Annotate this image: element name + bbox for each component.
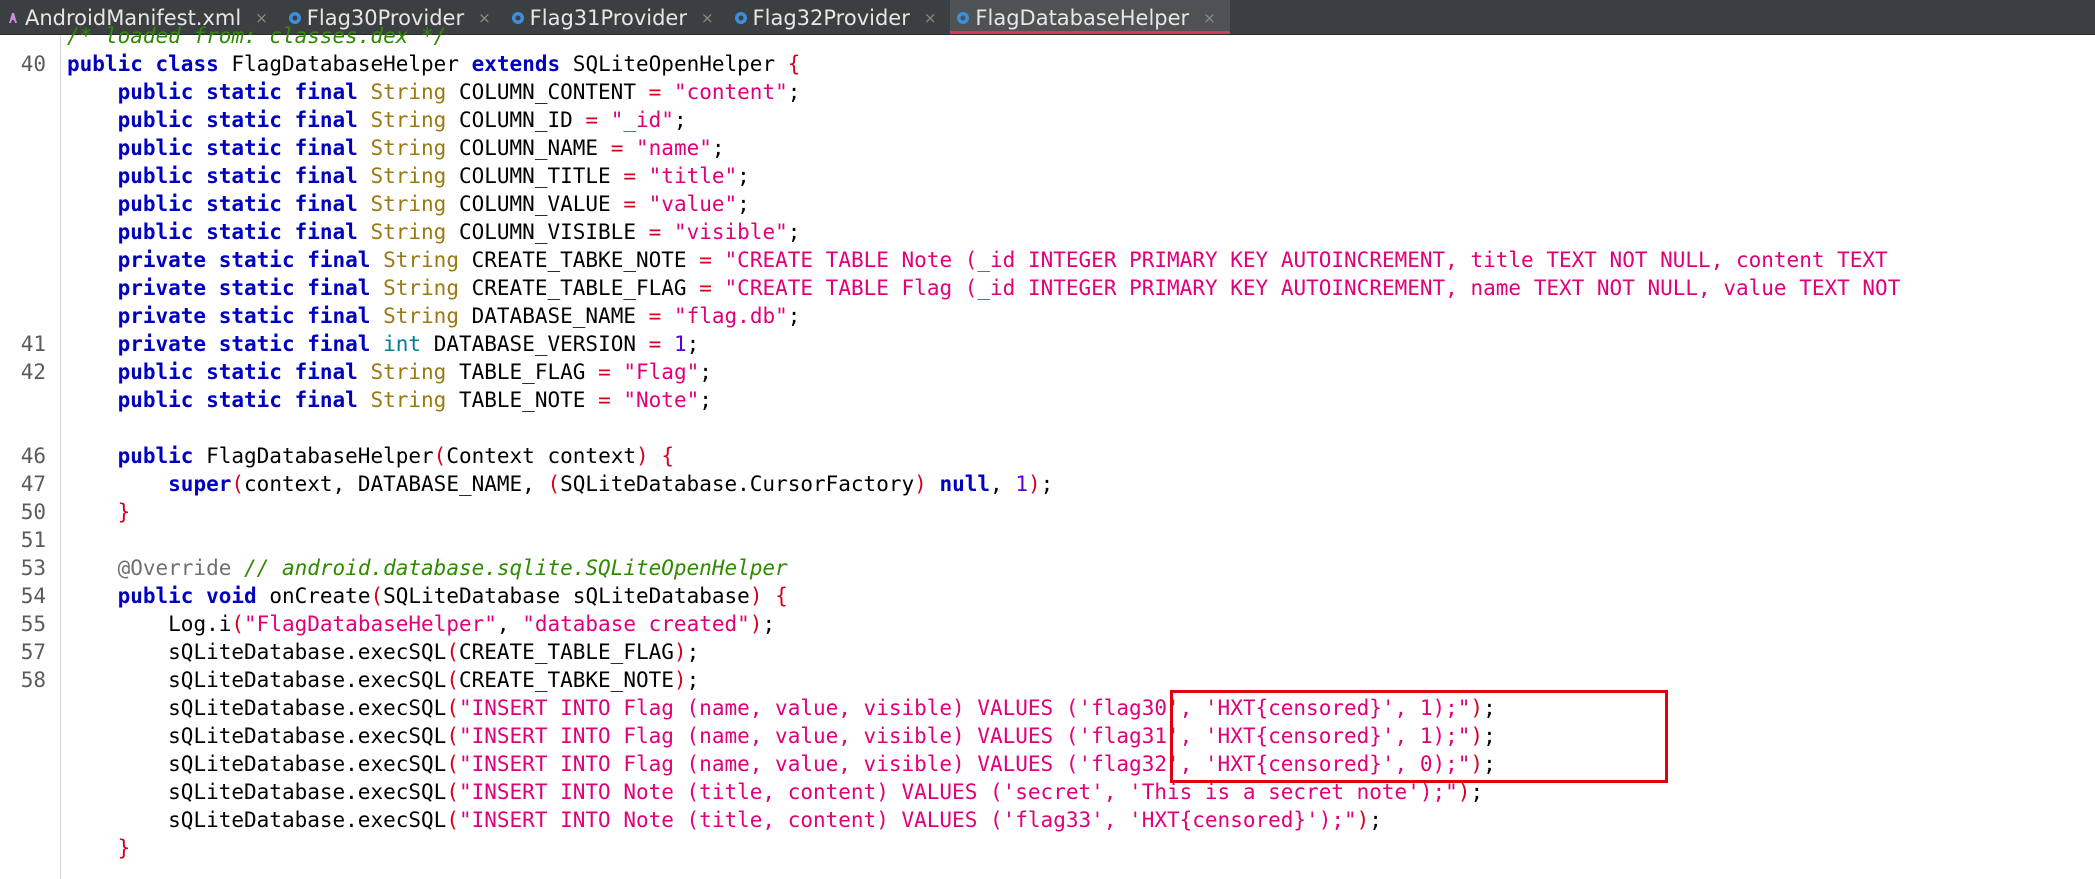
line-number: 58 <box>20 668 46 692</box>
close-icon[interactable]: × <box>701 9 714 27</box>
override-annotation: @Override // android.database.sqlite.SQL… <box>117 556 788 580</box>
field-declaration: public static final String COLUMN_NAME =… <box>117 136 725 160</box>
line-number: 55 <box>20 612 46 636</box>
line-number: 51 <box>20 528 46 552</box>
constructor-signature: public FlagDatabaseHelper(Context contex… <box>117 444 674 468</box>
java-class-icon <box>511 11 525 25</box>
closing-brace: } <box>117 836 131 860</box>
tab-flag31-provider[interactable]: Flag31Provider × <box>505 0 728 34</box>
exec-sql-line: sQLiteDatabase.execSQL(CREATE_TABLE_FLAG… <box>168 640 700 664</box>
java-class-icon <box>734 11 748 25</box>
code-editor[interactable]: /* loaded from: classes.dex */ public cl… <box>0 0 2095 879</box>
line-number: 53 <box>20 556 46 580</box>
active-tab-indicator <box>950 31 1230 34</box>
tab-label: Flag32Provider <box>752 5 910 30</box>
field-declaration: private static final int DATABASE_VERSIO… <box>117 332 700 356</box>
field-declaration: public static final String COLUMN_ID = "… <box>117 108 687 132</box>
tab-flag-database-helper[interactable]: FlagDatabaseHelper × <box>950 0 1230 34</box>
exec-sql-line: sQLiteDatabase.execSQL("INSERT INTO Note… <box>168 808 1382 832</box>
line-number: 41 <box>20 332 46 356</box>
close-icon[interactable]: × <box>924 9 937 27</box>
line-number: 54 <box>20 584 46 608</box>
java-class-icon <box>956 11 970 25</box>
field-declaration: public static final String TABLE_NOTE = … <box>117 388 712 412</box>
field-declaration: private static final String CREATE_TABLE… <box>117 276 1901 300</box>
line-number: 57 <box>20 640 46 664</box>
close-icon[interactable]: × <box>1203 9 1216 27</box>
field-declaration: public static final String COLUMN_CONTEN… <box>117 80 801 104</box>
oncreate-signature: public void onCreate(SQLiteDatabase sQLi… <box>117 584 788 608</box>
line-number: 42 <box>20 360 46 384</box>
line-number: 46 <box>20 444 46 468</box>
line-number: 47 <box>20 472 46 496</box>
field-declaration: public static final String COLUMN_TITLE … <box>117 164 750 188</box>
line-number: 40 <box>20 52 46 76</box>
field-declaration: private static final String DATABASE_NAM… <box>117 304 801 328</box>
line-number-gutter: 40 41 42 46 47 50 51 53 54 55 57 58 <box>0 35 61 879</box>
exec-sql-line: sQLiteDatabase.execSQL(CREATE_TABKE_NOTE… <box>168 668 700 692</box>
tab-label: Flag31Provider <box>529 5 687 30</box>
field-declaration: private static final String CREATE_TABKE… <box>117 248 1888 272</box>
field-declaration: public static final String TABLE_FLAG = … <box>117 360 712 384</box>
closing-brace: } <box>117 500 131 524</box>
field-declaration: public static final String COLUMN_VALUE … <box>117 192 750 216</box>
close-icon[interactable]: × <box>478 9 491 27</box>
tab-label: FlagDatabaseHelper <box>975 5 1190 30</box>
line-number: 50 <box>20 500 46 524</box>
field-declaration: public static final String COLUMN_VISIBL… <box>117 220 801 244</box>
super-call: super(context, DATABASE_NAME, (SQLiteDat… <box>168 472 1054 496</box>
highlight-box <box>1170 690 1668 783</box>
class-declaration: public class FlagDatabaseHelper extends … <box>67 52 801 76</box>
xml-file-icon <box>6 11 20 25</box>
tab-flag32-provider[interactable]: Flag32Provider × <box>728 0 951 34</box>
log-call: Log.i("FlagDatabaseHelper", "database cr… <box>168 612 776 636</box>
loaded-from-comment: /* loaded from: classes.dex */ <box>67 24 447 48</box>
